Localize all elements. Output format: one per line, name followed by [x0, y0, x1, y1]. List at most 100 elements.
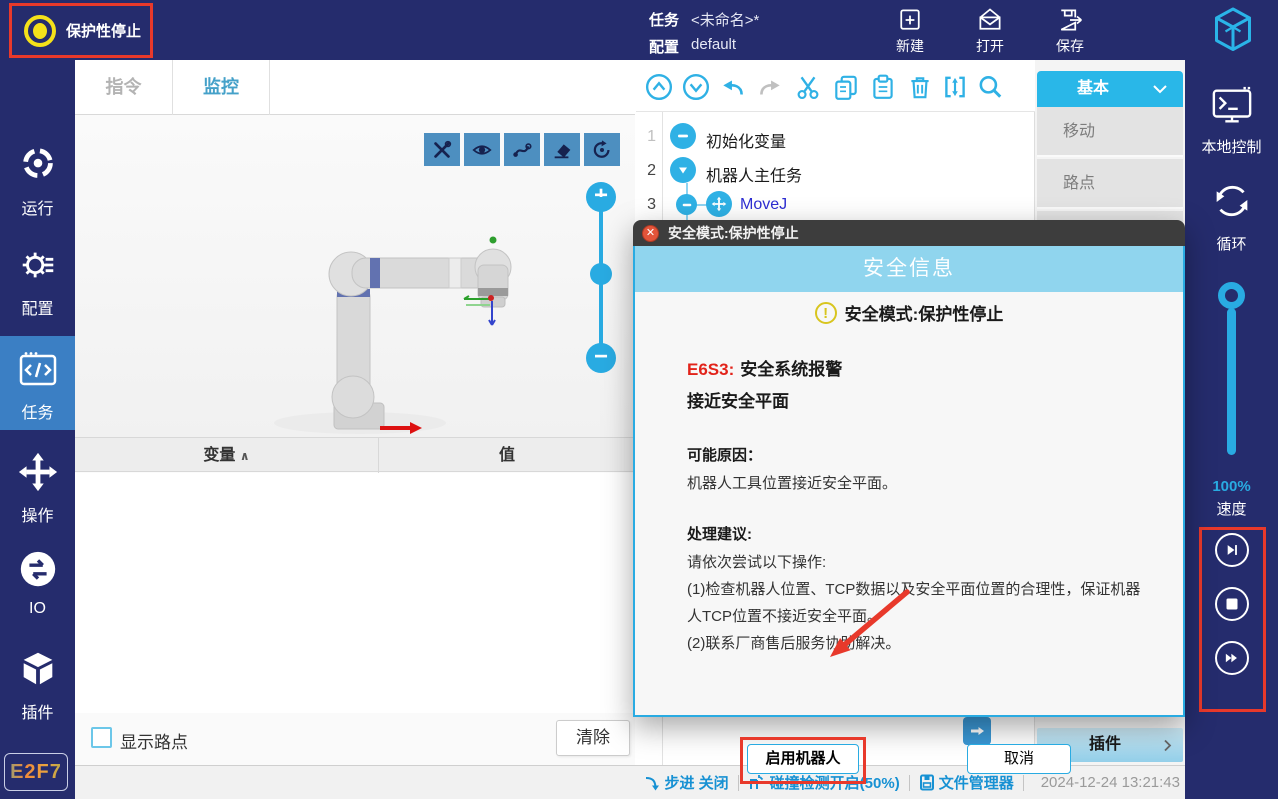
local-control-label: 本地控制	[1185, 136, 1278, 157]
collision-detection-toggle[interactable]: 碰撞检测开启(50%)	[748, 772, 900, 793]
robot-3d-viewport[interactable]: + −	[75, 115, 635, 437]
program-row-main-task[interactable]: 2 机器人主任务	[636, 155, 1035, 189]
program-row-label: MoveJ	[740, 196, 787, 214]
movej-node-icon[interactable]	[706, 191, 732, 217]
statusbar-divider	[738, 775, 739, 791]
file-manager-icon	[919, 774, 935, 791]
command-item-label: 路点	[1063, 175, 1095, 192]
step-icon	[644, 775, 661, 791]
program-row-label: 机器人主任务	[706, 162, 802, 186]
viewport-path-button[interactable]	[504, 133, 540, 166]
copy-button[interactable]	[832, 73, 860, 101]
local-control-button[interactable]: 本地控制	[1185, 85, 1278, 157]
column-header-value[interactable]: 值	[378, 438, 635, 473]
search-button[interactable]	[976, 73, 1004, 101]
run-icon	[17, 144, 59, 186]
new-task-label: 新建	[880, 36, 940, 56]
scissors-icon	[794, 73, 822, 101]
insert-button[interactable]	[941, 73, 969, 101]
chevron-down-icon	[1152, 84, 1168, 94]
arrow-right-icon	[969, 723, 985, 739]
redo-button[interactable]	[756, 73, 784, 101]
category-dropdown[interactable]: 基本	[1037, 71, 1183, 107]
step-mode-toggle[interactable]: 步进 关闭	[644, 772, 729, 793]
line-number: 2	[636, 162, 656, 180]
command-item-waypoint[interactable]: 路点	[1037, 159, 1183, 209]
checksum-badge: E2F7	[4, 753, 68, 791]
command-item-move[interactable]: 移动	[1037, 107, 1183, 157]
loop-button[interactable]: 循环	[1185, 178, 1278, 254]
zoom-slider-knob[interactable]	[590, 263, 612, 285]
path-icon	[511, 139, 533, 161]
chevron-right-icon	[1163, 739, 1172, 752]
cut-button[interactable]	[794, 73, 822, 101]
tab-monitor[interactable]: 监控	[173, 60, 270, 115]
new-task-button[interactable]: 新建	[880, 6, 940, 56]
tab-bar: 指令 监控	[75, 60, 635, 115]
move-down-button[interactable]	[682, 73, 710, 101]
viewport-visibility-button[interactable]	[464, 133, 500, 166]
undo-button[interactable]	[719, 73, 747, 101]
eraser-icon	[551, 139, 573, 161]
file-manager-button[interactable]: 文件管理器	[919, 772, 1014, 793]
paste-button[interactable]	[869, 73, 897, 101]
annotation-box-playback	[1199, 527, 1266, 712]
cube-icon	[17, 648, 59, 690]
show-waypoints-checkbox[interactable]	[91, 727, 112, 748]
task-row: 任务 <未命名>*	[649, 9, 759, 30]
advice-intro: 请依次尝试以下操作:	[687, 549, 1151, 576]
program-row-movej[interactable]: 3 MoveJ	[636, 189, 1035, 223]
task-value: <未命名>*	[691, 9, 759, 30]
clear-button[interactable]: 清除	[556, 720, 630, 756]
viewport-tools-button[interactable]	[424, 133, 460, 166]
close-icon[interactable]: ✕	[642, 225, 659, 242]
expand-down-icon[interactable]	[670, 157, 696, 183]
open-task-button[interactable]: 打开	[960, 6, 1020, 56]
sidebar-item-run[interactable]: 运行	[0, 138, 75, 216]
sidebar-item-plugin[interactable]: 插件	[0, 642, 75, 720]
sidebar-item-config[interactable]: 配置	[0, 238, 75, 316]
delete-button[interactable]	[906, 73, 934, 101]
program-row-init-vars[interactable]: 1 初始化变量	[636, 121, 1035, 155]
viewport-rotate-button[interactable]	[584, 133, 620, 166]
move-up-button[interactable]	[645, 73, 673, 101]
safety-status-indicator[interactable]: 保护性停止	[9, 3, 153, 58]
viewport-eraser-button[interactable]	[544, 133, 580, 166]
run-arrow-button[interactable]	[963, 717, 991, 745]
step-mode-label: 步进 关闭	[665, 772, 729, 793]
collapse-minus-icon[interactable]	[676, 194, 697, 215]
program-row-label: 初始化变量	[706, 128, 786, 152]
value-column-label: 值	[499, 447, 515, 464]
sidebar-item-operate[interactable]: 操作	[0, 445, 75, 523]
enable-robot-button[interactable]: 启用机器人	[747, 744, 859, 774]
advice-item-2: (2)联系厂商售后服务协助解决。	[687, 630, 1151, 657]
zoom-out-button[interactable]: −	[586, 343, 616, 373]
robot-arm-model	[240, 225, 530, 440]
cancel-button[interactable]: 取消	[967, 744, 1071, 774]
main-panel: 指令 监控	[75, 60, 635, 765]
speed-percent: 100%	[1185, 478, 1278, 495]
collapse-minus-icon[interactable]	[670, 123, 696, 149]
dialog-header-band: 安全信息	[633, 246, 1185, 292]
show-waypoints-label: 显示路点	[120, 728, 188, 753]
terminal-icon	[1209, 85, 1255, 127]
sidebar-item-task[interactable]: 任务	[0, 336, 75, 430]
io-swap-icon	[17, 549, 59, 591]
dialog-title-bar[interactable]: ✕ 安全模式:保护性停止	[633, 220, 1185, 246]
file-manager-label: 文件管理器	[939, 772, 1014, 793]
cause-text: 机器人工具位置接近安全平面。	[687, 470, 1151, 497]
speed-slider-track[interactable]	[1227, 308, 1236, 455]
cause-label: 可能原因：	[687, 442, 1151, 470]
column-header-variable[interactable]: 变量 ∧	[75, 438, 378, 473]
line-number: 1	[636, 128, 656, 146]
sort-asc-icon: ∧	[240, 449, 250, 463]
tools-icon	[431, 139, 453, 161]
open-task-label: 打开	[960, 36, 1020, 56]
search-icon	[976, 73, 1004, 101]
save-task-button[interactable]: 保存	[1040, 6, 1100, 56]
speed-slider-knob[interactable]	[1218, 282, 1245, 309]
sidebar-item-io[interactable]: IO	[0, 543, 75, 621]
tab-command[interactable]: 指令	[75, 60, 173, 115]
system-datetime: 2024-12-24 13:21:43	[1041, 774, 1180, 791]
variable-column-label: 变量	[203, 447, 235, 464]
